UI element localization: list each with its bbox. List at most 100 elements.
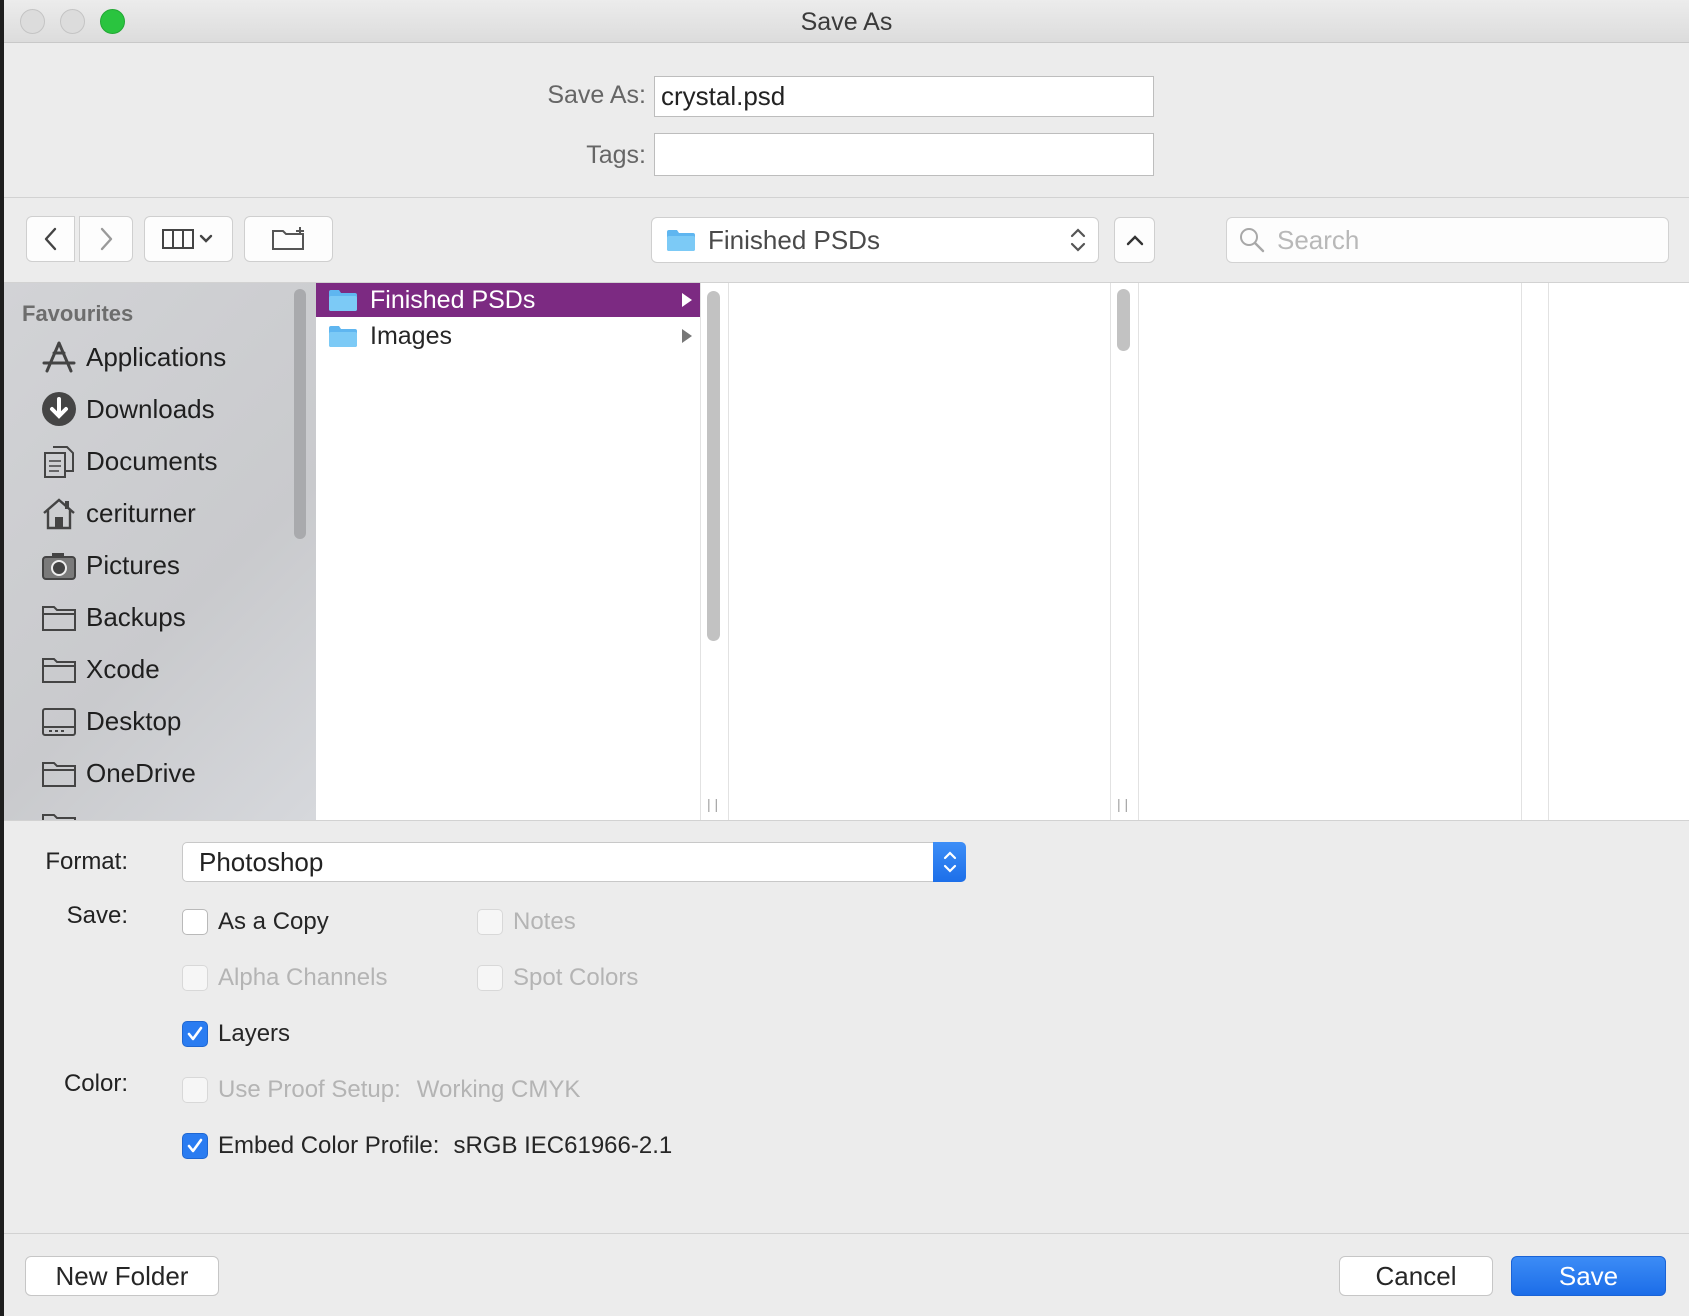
chevron-up-icon [1126, 235, 1143, 246]
format-value: Photoshop [199, 846, 324, 877]
notes-checkbox[interactable] [477, 909, 503, 935]
as-a-copy-checkbox[interactable] [182, 909, 208, 935]
save-button[interactable]: Save [1511, 1256, 1666, 1296]
sidebar-item-label: OneDrive [86, 757, 196, 788]
search-placeholder: Search [1277, 224, 1360, 255]
filename-field[interactable] [654, 76, 1154, 117]
sidebar-item-applications[interactable]: Applications [40, 337, 226, 377]
column-resize-handle[interactable]: | | [707, 796, 718, 812]
view-mode-button[interactable] [144, 216, 233, 262]
format-popup[interactable]: Photoshop [182, 842, 966, 882]
disclosure-arrow-icon [682, 329, 692, 343]
new-folder-toolbar-button[interactable] [244, 216, 333, 262]
use-proof-setup-label: Use Proof Setup: [218, 1076, 401, 1103]
column-resize-handle[interactable]: | | [1117, 796, 1128, 812]
spot-colors-checkbox[interactable] [477, 965, 503, 991]
column-divider [728, 283, 729, 820]
use-proof-setup-option[interactable]: Use Proof Setup: Working CMYK [182, 1076, 580, 1104]
embed-color-profile-option[interactable]: Embed Color Profile: sRGB IEC61966-2.1 [182, 1132, 672, 1160]
sidebar-item-onedrive[interactable]: OneDrive [40, 753, 196, 793]
tags-field[interactable] [654, 133, 1154, 176]
forward-button[interactable] [79, 216, 133, 262]
checkmark-icon [187, 1138, 203, 1153]
sidebar-item-label: Backups [86, 601, 186, 632]
list-item-label: Finished PSDs [370, 285, 536, 314]
layers-label: Layers [218, 1020, 291, 1047]
sidebar-item-partial[interactable] [40, 805, 86, 820]
embed-color-profile-checkbox[interactable] [182, 1133, 208, 1159]
window-title: Save As [800, 8, 893, 36]
column-view-icon [161, 229, 212, 249]
format-label: Format: [45, 848, 128, 875]
divider [4, 1233, 1689, 1234]
as-a-copy-option[interactable]: As a Copy [182, 908, 329, 936]
home-icon [40, 494, 78, 532]
list-item-images[interactable]: Images [316, 319, 700, 353]
alpha-channels-option[interactable]: Alpha Channels [182, 964, 387, 992]
applications-icon [40, 338, 78, 376]
sidebar-item-label: Pictures [86, 549, 180, 580]
folder-icon [40, 806, 78, 820]
as-a-copy-label: As a Copy [218, 908, 329, 935]
search-field[interactable]: Search [1226, 217, 1669, 263]
sidebar-item-xcode[interactable]: Xcode [40, 649, 160, 689]
sidebar-item-backups[interactable]: Backups [40, 597, 186, 637]
new-folder-icon [271, 227, 304, 250]
sidebar-item-label: Desktop [86, 705, 182, 736]
checkmark-icon [187, 1026, 203, 1041]
chevron-left-icon [44, 227, 56, 251]
back-button[interactable] [26, 216, 75, 262]
folder-icon [329, 290, 357, 311]
sidebar-item-label: ceriturner [86, 497, 196, 528]
desktop-icon [40, 702, 78, 740]
search-icon [1240, 228, 1265, 253]
use-proof-setup-checkbox[interactable] [182, 1077, 208, 1103]
sidebar-item-ceriturner[interactable]: ceriturner [40, 493, 196, 533]
sidebar-heading: Favourites [22, 301, 134, 326]
camera-icon [40, 546, 78, 584]
list-item-label: Images [370, 321, 452, 350]
notes-label: Notes [513, 908, 576, 935]
column-browser: Finished PSDs Images | | | | [316, 283, 1689, 820]
sidebar-item-documents[interactable]: Documents [40, 441, 218, 481]
spot-colors-option[interactable]: Spot Colors [477, 964, 638, 992]
sidebar-item-downloads[interactable]: Downloads [40, 389, 215, 429]
layers-option[interactable]: Layers [182, 1020, 290, 1048]
sidebar-item-desktop[interactable]: Desktop [40, 701, 181, 741]
list-item-finished-psds[interactable]: Finished PSDs [316, 283, 700, 317]
alpha-channels-label: Alpha Channels [218, 964, 388, 991]
proof-setup-value: Working CMYK [416, 1076, 581, 1103]
spot-colors-label: Spot Colors [513, 964, 639, 991]
new-folder-button[interactable]: New Folder [25, 1256, 219, 1296]
embed-color-profile-label: Embed Color Profile: [218, 1132, 440, 1159]
layers-checkbox[interactable] [182, 1021, 208, 1047]
save-as-label: Save As: [547, 81, 646, 109]
divider [4, 197, 1689, 198]
tags-label: Tags: [586, 141, 646, 169]
notes-option[interactable]: Notes [477, 908, 576, 936]
title-bar: Save As [4, 0, 1689, 43]
cancel-button[interactable]: Cancel [1339, 1256, 1493, 1296]
column-divider[interactable] [1521, 283, 1522, 820]
column-scrollbar[interactable] [1117, 289, 1130, 351]
alpha-channels-checkbox[interactable] [182, 965, 208, 991]
location-label: Finished PSDs [708, 224, 880, 255]
sidebar: Favourites Applications Downloads Docume… [4, 283, 316, 820]
sidebar-item-pictures[interactable]: Pictures [40, 545, 180, 585]
save-options-label: Save: [66, 902, 128, 929]
chevron-right-icon [100, 227, 113, 251]
sidebar-item-label: Downloads [86, 393, 215, 424]
sidebar-item-label: Documents [86, 445, 218, 476]
save-as-dialog: Save As Save As: Tags: Finished PSDs [4, 0, 1689, 1316]
color-profile-value: sRGB IEC61966-2.1 [453, 1132, 673, 1159]
downloads-icon [40, 390, 78, 428]
sidebar-scrollbar[interactable] [294, 289, 306, 539]
sidebar-item-label: Xcode [86, 653, 160, 684]
enclosing-folder-button[interactable] [1114, 217, 1155, 263]
location-popup[interactable]: Finished PSDs [651, 217, 1099, 263]
folder-icon [40, 754, 78, 792]
divider [4, 820, 1689, 821]
column-divider[interactable] [1110, 283, 1111, 820]
column-scrollbar[interactable] [707, 291, 720, 641]
column-divider[interactable] [700, 283, 701, 820]
